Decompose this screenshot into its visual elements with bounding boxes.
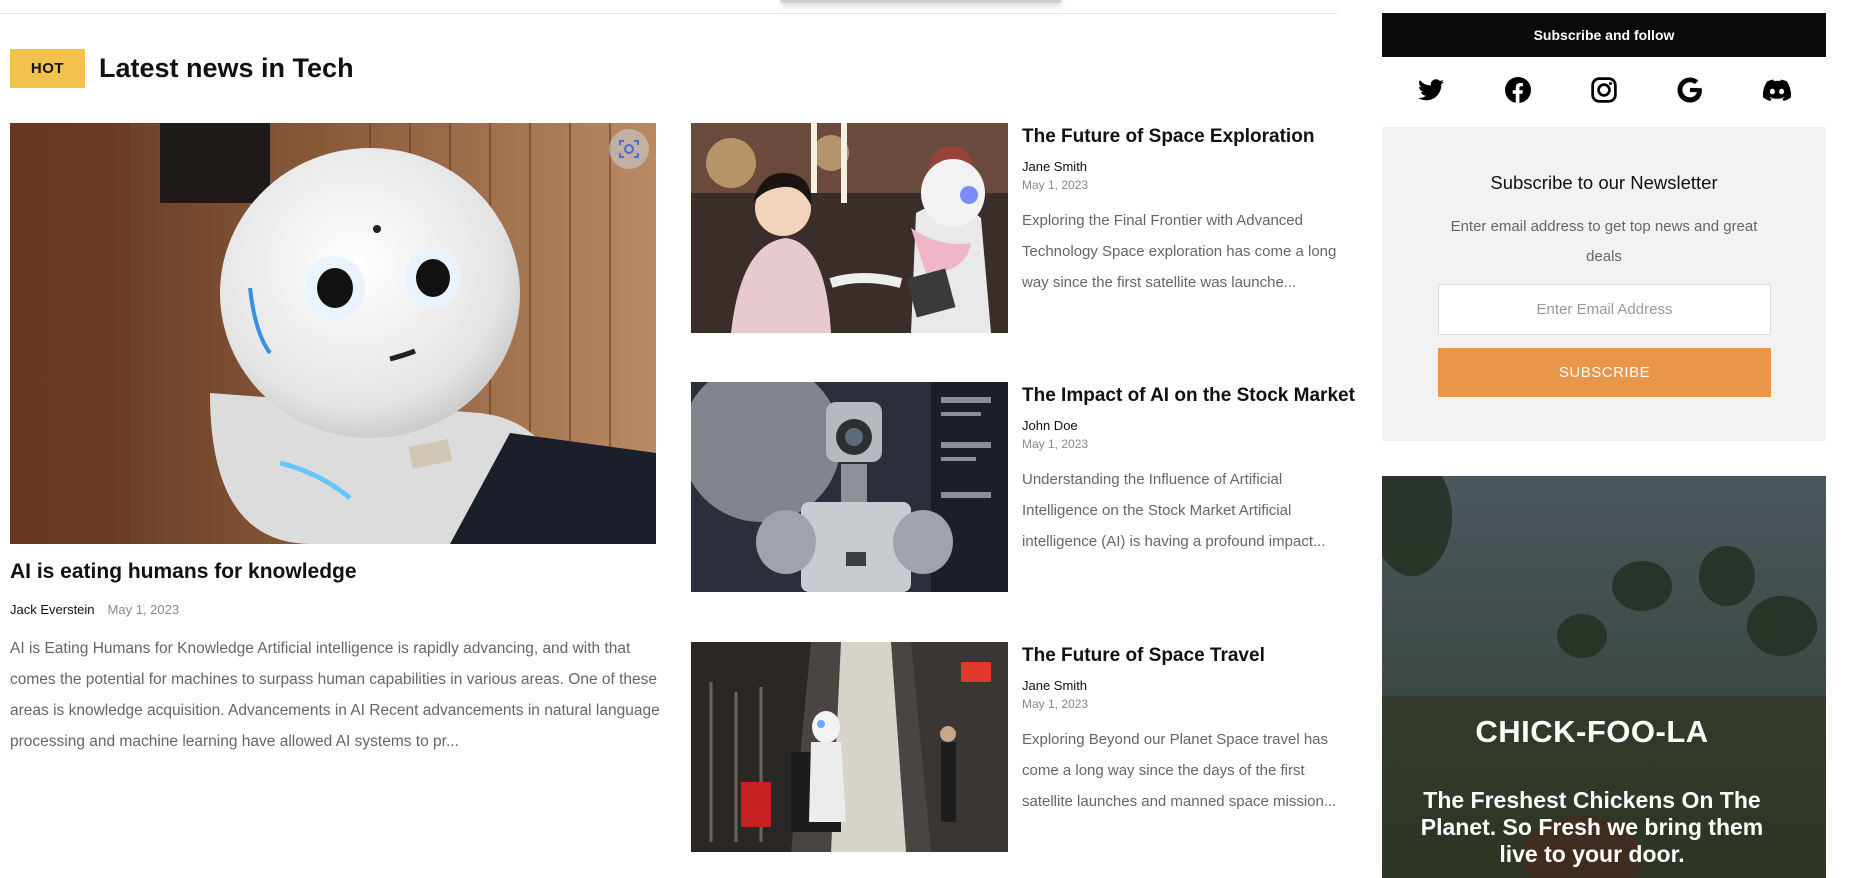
article-author[interactable]: Jane Smith (1022, 678, 1087, 693)
shopping-street-robot-image (691, 642, 1008, 852)
featured-article-excerpt: AI is Eating Humans for Knowledge Artifi… (10, 640, 660, 750)
robot-illustration (10, 123, 656, 544)
article-thumbnail[interactable] (691, 382, 1008, 592)
article-date: May 1, 2023 (1022, 437, 1089, 451)
social-links (1382, 68, 1826, 112)
article-excerpt: Exploring the Final Frontier with Advanc… (1022, 212, 1337, 291)
article-excerpt: Exploring Beyond our Planet Space travel… (1022, 731, 1337, 810)
newsletter-description: Enter email address to get top news and … (1450, 218, 1758, 265)
featured-article-image[interactable] (10, 123, 656, 544)
advertisement-banner[interactable]: CHICK-FOO-LA The Freshest Chickens On Th… (1382, 476, 1826, 878)
article-card[interactable]: The Future of Space Travel Jane Smith Ma… (691, 642, 1341, 854)
featured-article-meta: Jack Everstein May 1, 2023 (10, 602, 179, 617)
article-author[interactable]: Jane Smith (1022, 159, 1087, 174)
article-excerpt: Understanding the Influence of Artificia… (1022, 471, 1326, 550)
dropdown-shadow (780, 0, 1062, 3)
article-date: May 1, 2023 (1022, 697, 1089, 711)
article-thumbnail[interactable] (691, 123, 1008, 333)
featured-article-date: May 1, 2023 (107, 602, 180, 617)
newsletter-title: Subscribe to our Newsletter (1490, 172, 1718, 193)
article-author[interactable]: John Doe (1022, 418, 1078, 433)
girl-robot-image (691, 123, 1008, 333)
hot-badge: HOT (10, 49, 85, 88)
top-divider (0, 13, 1338, 14)
google-icon[interactable] (1676, 76, 1704, 104)
article-card[interactable]: The Impact of AI on the Stock Market Joh… (691, 382, 1355, 594)
email-field[interactable] (1438, 284, 1771, 335)
subscribe-button[interactable]: SUBSCRIBE (1438, 348, 1771, 397)
featured-article-author[interactable]: Jack Everstein (10, 602, 95, 617)
discord-icon[interactable] (1762, 76, 1791, 104)
article-title[interactable]: The Future of Space Travel (1022, 645, 1265, 667)
ad-tagline: The Freshest Chickens On The Planet. So … (1420, 787, 1764, 867)
ad-brand-name: CHICK-FOO-LA (1475, 714, 1709, 749)
article-date: May 1, 2023 (1022, 178, 1089, 192)
featured-article-title[interactable]: AI is eating humans for knowledge (10, 560, 357, 584)
instagram-icon[interactable] (1590, 76, 1618, 104)
article-thumbnail[interactable] (691, 642, 1008, 852)
subscribe-follow-header: Subscribe and follow (1382, 13, 1826, 57)
facebook-icon[interactable] (1504, 76, 1532, 104)
article-card[interactable]: The Future of Space Exploration Jane Smi… (691, 123, 1341, 335)
twitter-icon[interactable] (1417, 76, 1445, 104)
lens-icon (619, 140, 639, 158)
robot-exhibit-image (691, 382, 1008, 592)
article-title[interactable]: The Future of Space Exploration (1022, 126, 1314, 148)
article-title[interactable]: The Impact of AI on the Stock Market (1022, 385, 1355, 407)
newsletter-box: Subscribe to our Newsletter Enter email … (1382, 127, 1826, 441)
visual-search-button[interactable] (609, 129, 649, 169)
section-title: Latest news in Tech (99, 53, 354, 83)
